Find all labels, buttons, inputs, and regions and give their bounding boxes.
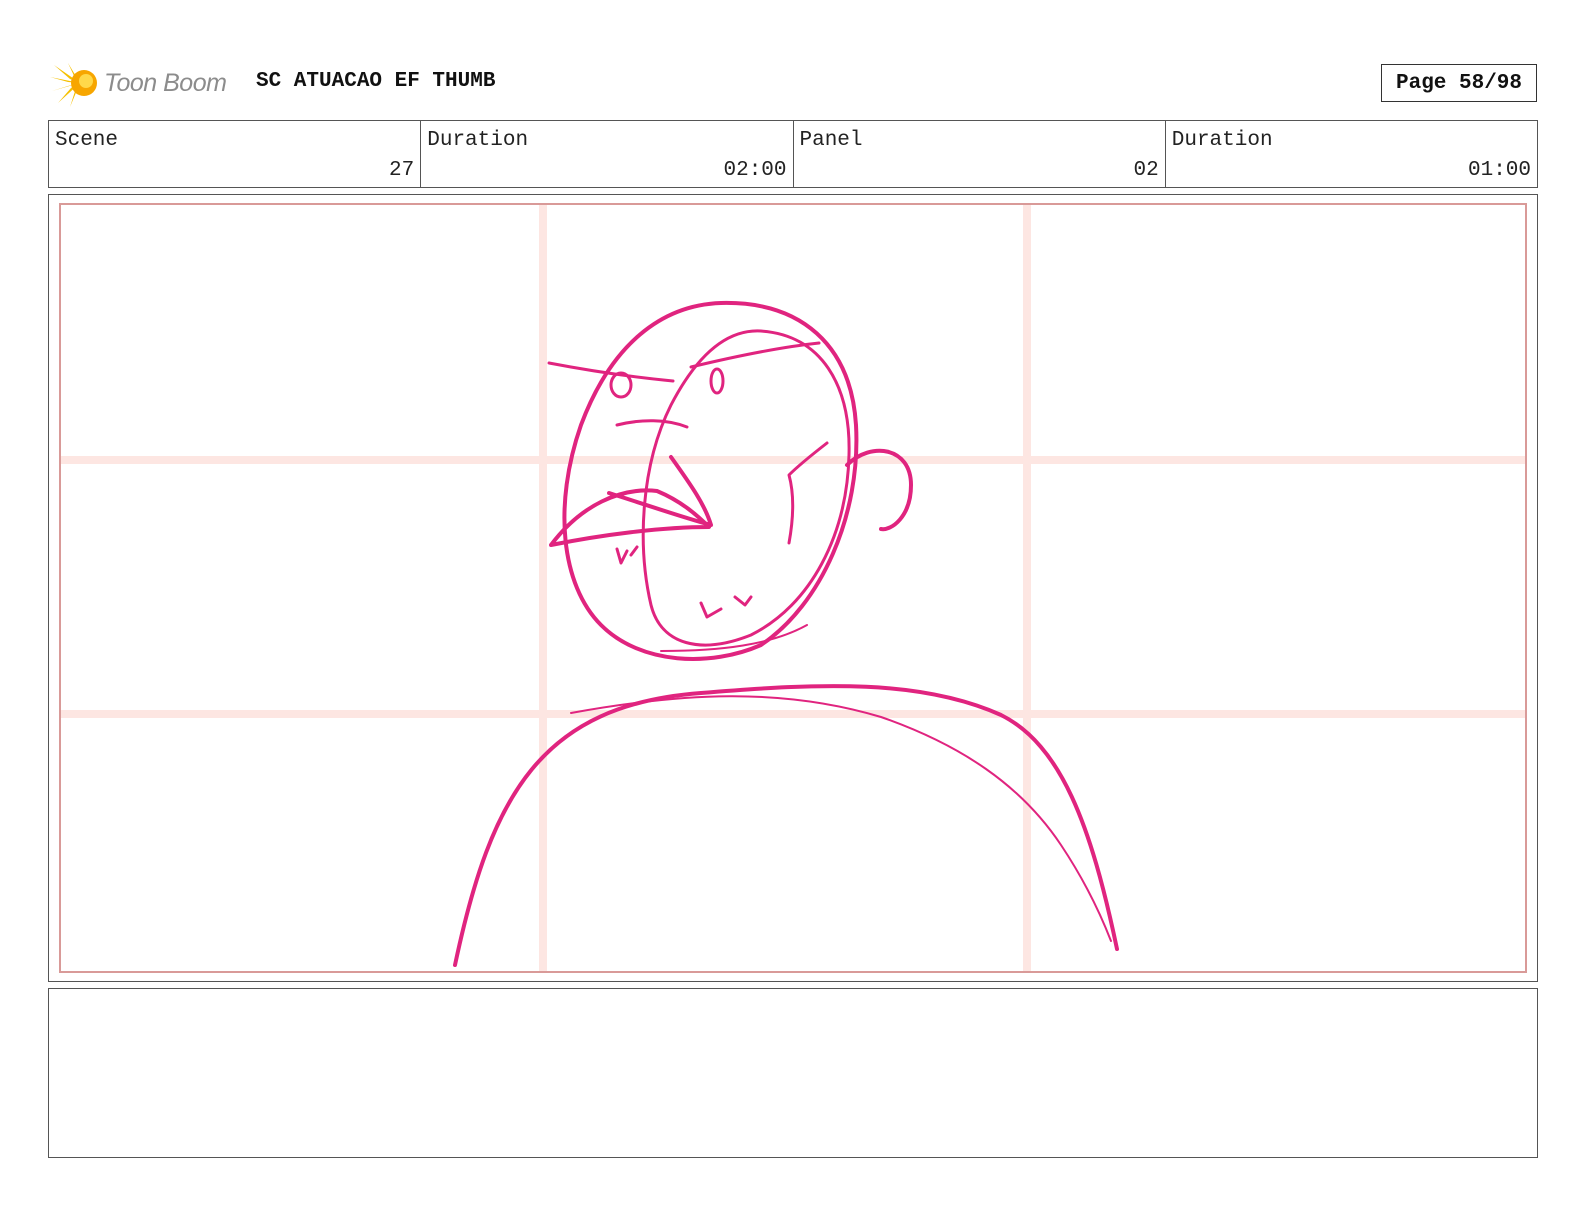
page-number: Page 58/98	[1381, 64, 1537, 102]
storyboard-panel	[59, 203, 1527, 973]
scene-duration-label: Duration	[427, 129, 529, 152]
sketch-head-outer	[562, 300, 859, 661]
scene-duration-cell: Duration 02:00	[421, 121, 794, 187]
sketch-chin	[699, 595, 753, 619]
toon-boom-burst-icon	[50, 63, 97, 107]
panel-duration-cell: Duration 01:00	[1166, 121, 1537, 187]
sketch-brow-right	[689, 341, 821, 369]
panel-duration-value: 01:00	[1467, 159, 1531, 182]
scene-info-table: Scene 27 Duration 02:00 Panel 02 Duratio…	[48, 120, 1538, 188]
sketch-nose-line	[615, 419, 689, 429]
scene-value: 27	[389, 159, 415, 182]
sketch-head-inner	[641, 329, 851, 647]
sketch-shoulders-outer	[453, 684, 1119, 967]
scene-duration-value: 02:00	[723, 159, 787, 182]
toon-boom-logo: Toon Boom	[50, 56, 240, 110]
sketch-mouth-teeth	[615, 545, 639, 565]
thirds-grid	[61, 205, 1525, 971]
document-title: SC ATUACAO EF THUMB	[256, 70, 496, 93]
logo-text: Toon Boom	[104, 68, 227, 97]
panel-cell: Panel 02	[794, 121, 1166, 187]
sketch-eye-right	[709, 367, 725, 395]
character-sketch	[453, 300, 1119, 967]
scene-cell: Scene 27	[49, 121, 422, 187]
panel-duration-label: Duration	[1171, 129, 1273, 152]
panel-notes-box[interactable]	[48, 988, 1538, 1158]
sketch-jaw-line	[660, 624, 808, 652]
sketch-eye-left	[609, 371, 633, 399]
panel-label: Panel	[799, 129, 863, 152]
scene-label: Scene	[55, 129, 119, 152]
panel-value: 02	[1133, 159, 1159, 182]
panel-sketch-canvas	[61, 205, 1525, 971]
storyboard-panel-frame	[48, 194, 1538, 982]
